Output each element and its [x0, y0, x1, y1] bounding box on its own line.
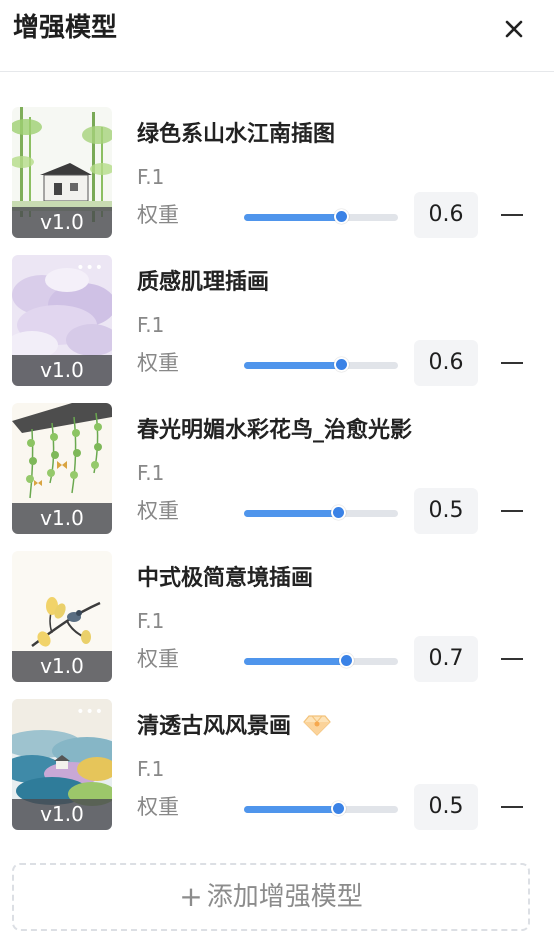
model-item: ••• v1.0 清透古风风景画 F.1 权重 0.5 [0, 699, 554, 833]
version-badge: v1.0 [12, 503, 112, 534]
remove-button[interactable] [500, 649, 524, 669]
slider-fill [244, 658, 346, 665]
version-badge: v1.0 [12, 651, 112, 682]
slider-handle[interactable] [338, 653, 354, 668]
add-button-label: 添加增强模型 [206, 882, 363, 912]
model-name: 清透古风风景画 [137, 712, 331, 742]
model-base: F.1 [137, 757, 165, 781]
weight-label: 权重 [137, 647, 179, 671]
slider-fill [244, 510, 338, 517]
model-item: ••• v1.0 质感肌理插画 F.1 权重 0.6 [0, 255, 554, 389]
weight-value[interactable]: 0.5 [414, 488, 478, 534]
slider-fill [244, 806, 338, 813]
weight-value[interactable]: 0.7 [414, 636, 478, 682]
model-thumbnail[interactable]: v1.0 [12, 403, 112, 534]
more-icon[interactable]: ••• [76, 705, 104, 719]
panel-header: 增强模型 [0, 0, 554, 72]
model-name: 春光明媚水彩花鸟_治愈光影 [137, 418, 413, 443]
slider-handle[interactable] [334, 357, 350, 372]
slider-fill [244, 214, 342, 221]
weight-value[interactable]: 0.6 [414, 340, 478, 386]
model-base: F.1 [137, 461, 165, 485]
weight-slider[interactable] [244, 653, 398, 668]
remove-button[interactable] [500, 353, 524, 373]
slider-fill [244, 362, 342, 369]
version-badge: v1.0 [12, 355, 112, 386]
weight-label: 权重 [137, 499, 179, 523]
version-badge: v1.0 [12, 799, 112, 830]
model-name: 中式极简意境插画 [137, 566, 314, 591]
model-name: 质感肌理插画 [137, 270, 270, 295]
plus-icon: + [179, 880, 203, 913]
version-badge: v1.0 [12, 207, 112, 238]
weight-label: 权重 [137, 795, 179, 819]
panel-title: 增强模型 [13, 13, 118, 43]
model-thumbnail[interactable]: ••• v1.0 [12, 699, 112, 830]
model-thumbnail[interactable]: v1.0 [12, 107, 112, 238]
model-base: F.1 [137, 313, 165, 337]
model-item: v1.0 绿色系山水江南插图 F.1 权重 0.6 [0, 107, 554, 241]
weight-label: 权重 [137, 351, 179, 375]
close-button[interactable] [497, 12, 531, 46]
slider-handle[interactable] [330, 505, 346, 520]
model-item: v1.0 春光明媚水彩花鸟_治愈光影 F.1 权重 0.5 [0, 403, 554, 537]
weight-value[interactable]: 0.6 [414, 192, 478, 238]
close-icon [505, 20, 523, 38]
model-thumbnail[interactable]: v1.0 [12, 551, 112, 682]
diamond-icon [302, 715, 331, 736]
weight-value[interactable]: 0.5 [414, 784, 478, 830]
add-enhance-model-button[interactable]: + 添加增强模型 [12, 863, 530, 931]
remove-button[interactable] [500, 797, 524, 817]
slider-handle[interactable] [330, 801, 346, 816]
weight-slider[interactable] [244, 801, 398, 816]
model-base: F.1 [137, 609, 165, 633]
model-thumbnail[interactable]: ••• v1.0 [12, 255, 112, 386]
model-item: v1.0 中式极简意境插画 F.1 权重 0.7 [0, 551, 554, 685]
remove-button[interactable] [500, 501, 524, 521]
slider-handle[interactable] [334, 209, 350, 224]
model-name-text: 清透古风风景画 [137, 714, 292, 739]
weight-label: 权重 [137, 203, 179, 227]
model-name: 绿色系山水江南插图 [137, 122, 336, 147]
weight-slider[interactable] [244, 505, 398, 520]
model-base: F.1 [137, 165, 165, 189]
remove-button[interactable] [500, 205, 524, 225]
weight-slider[interactable] [244, 357, 398, 372]
weight-slider[interactable] [244, 209, 398, 224]
more-icon[interactable]: ••• [76, 261, 104, 275]
